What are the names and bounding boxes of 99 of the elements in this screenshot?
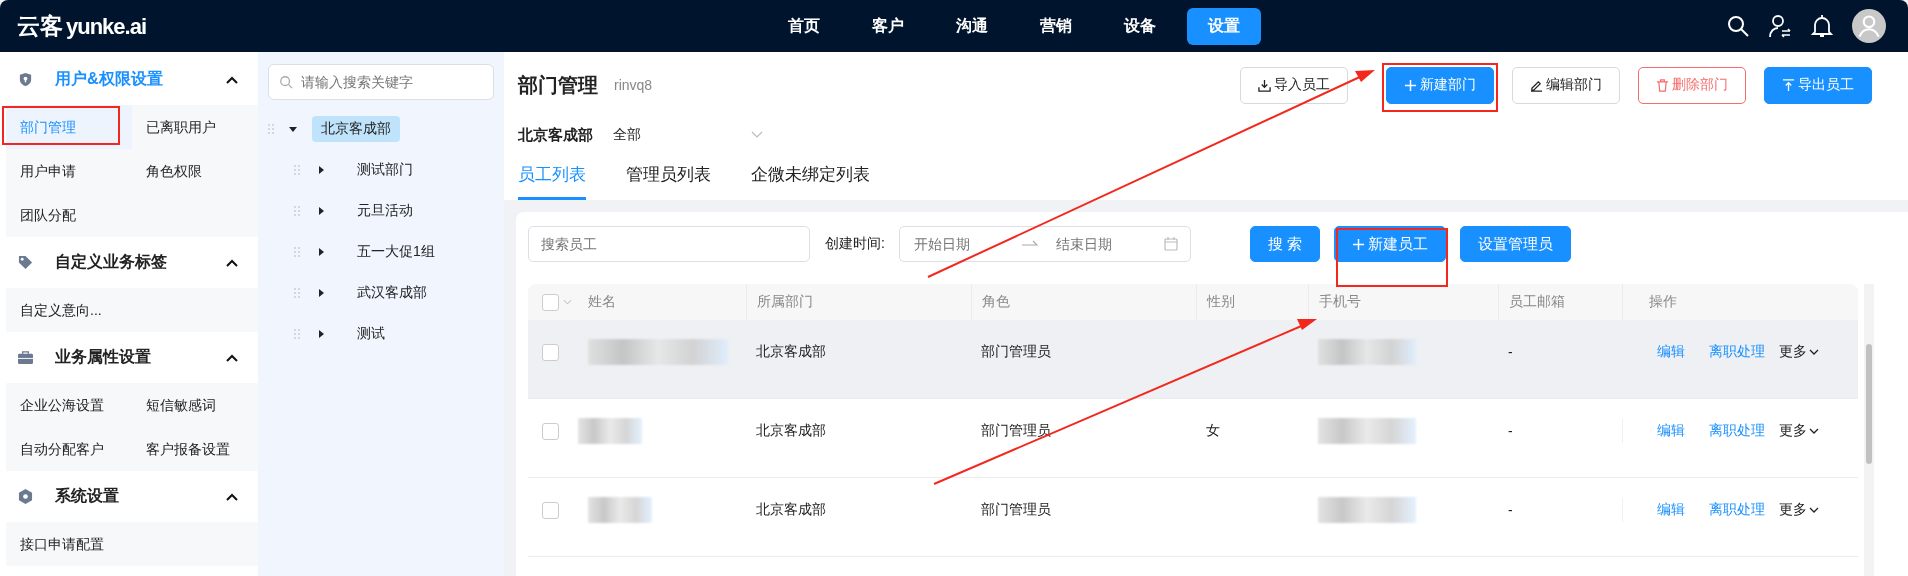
plus-icon <box>1352 237 1366 251</box>
expand-arrow-icon[interactable] <box>316 164 326 175</box>
page-subtitle: rinvq8 <box>614 77 653 93</box>
expand-arrow-icon[interactable] <box>316 287 326 298</box>
tree-node[interactable]: 测试 <box>348 320 394 347</box>
redacted-block <box>578 418 642 444</box>
table-cell: - <box>1508 502 1513 518</box>
table-cell: - <box>1508 423 1513 439</box>
drag-handle-icon[interactable] <box>294 164 300 175</box>
date-label: 创建时间: <box>825 235 885 253</box>
sidebar-item[interactable]: 团队分配 <box>6 193 132 237</box>
column-header: 姓名 <box>588 293 616 311</box>
drag-handle-icon[interactable] <box>294 287 300 298</box>
column-header: 员工邮箱 <box>1509 293 1565 311</box>
tree-node[interactable]: 元旦活动 <box>348 197 422 224</box>
chevron-icon[interactable] <box>226 75 238 84</box>
more-dropdown[interactable]: 更多 <box>1779 501 1819 519</box>
checkbox[interactable] <box>542 422 559 440</box>
table-cell: 部门管理员 <box>981 501 1051 519</box>
logo-text: 云客 <box>17 11 63 41</box>
plus-icon <box>1404 78 1417 92</box>
action-button[interactable]: 编辑部门 <box>1512 66 1620 104</box>
table-cell: 部门管理员 <box>981 422 1051 440</box>
chevron-down-icon <box>1809 507 1819 513</box>
action-button[interactable]: 导入员工 <box>1240 66 1348 104</box>
nav-tab[interactable]: 营销 <box>1019 7 1093 45</box>
column-header: 手机号 <box>1319 293 1361 311</box>
sidebar-item[interactable]: 已离职用户 <box>132 105 258 149</box>
tag-icon <box>18 255 33 270</box>
checkbox[interactable] <box>542 343 559 361</box>
page-title: 部门管理 <box>518 72 598 98</box>
calendar-icon <box>1163 237 1178 251</box>
user-switch-icon[interactable] <box>1768 14 1792 38</box>
avatar-icon[interactable] <box>1852 9 1886 43</box>
sidebar-item[interactable]: 自动分配客户 <box>6 427 132 471</box>
sidebar-item[interactable]: 短信敏感词 <box>132 383 258 427</box>
trash-icon <box>1656 78 1669 92</box>
more-dropdown[interactable]: 更多 <box>1779 343 1819 361</box>
logo-domain: yunke.ai <box>66 13 147 40</box>
table-cell: 部门管理员 <box>981 343 1051 361</box>
search-field[interactable]: 请输入搜索关键字 <box>268 64 494 100</box>
column-header: 操作 <box>1649 293 1677 311</box>
table-cell: 北京客成部 <box>756 501 826 519</box>
chevron-icon[interactable] <box>226 258 238 267</box>
sidebar-item[interactable]: 角色权限 <box>132 149 258 193</box>
table-cell: 北京客成部 <box>756 422 826 440</box>
upload-icon <box>1782 78 1795 92</box>
search-icon <box>279 75 293 89</box>
expand-arrow-icon[interactable] <box>316 328 326 339</box>
drag-handle-icon[interactable] <box>294 246 300 257</box>
tree-node[interactable]: 五一大促1组 <box>348 238 444 265</box>
nav-tab[interactable]: 客户 <box>851 7 925 45</box>
tree-node[interactable]: 测试部门 <box>348 156 422 183</box>
table-cell: - <box>1508 344 1513 360</box>
tree-node[interactable]: 武汉客成部 <box>348 279 436 306</box>
search-icon[interactable] <box>1726 14 1750 38</box>
tab[interactable]: 管理员列表 <box>626 152 711 200</box>
table-cell: 北京客成部 <box>756 343 826 361</box>
group-title[interactable]: 系统设置 <box>55 486 226 507</box>
group-title[interactable]: 业务属性设置 <box>55 347 226 368</box>
briefcase-icon <box>18 350 33 365</box>
hexagon-icon <box>18 489 33 504</box>
drag-handle-icon[interactable] <box>294 205 300 216</box>
download-icon <box>1258 78 1271 92</box>
table-cell: 女 <box>1206 422 1220 440</box>
column-header: 角色 <box>982 293 1010 311</box>
scrollbar[interactable] <box>1864 284 1874 576</box>
shield-icon <box>18 72 33 87</box>
drag-handle-icon[interactable] <box>294 328 300 339</box>
tab[interactable]: 企微未绑定列表 <box>751 152 870 200</box>
checkbox[interactable] <box>542 501 559 519</box>
column-header: 性别 <box>1207 293 1235 311</box>
checkbox[interactable] <box>542 293 559 311</box>
group-title[interactable]: 自定义业务标签 <box>55 252 226 273</box>
pencil-icon <box>1530 78 1543 92</box>
nav-tab[interactable]: 设备 <box>1103 7 1177 45</box>
column-header: 所属部门 <box>757 293 813 311</box>
tree-node[interactable]: 北京客成部 <box>312 115 400 142</box>
sidebar-item[interactable]: 企业公海设置 <box>6 383 132 427</box>
nav-tab[interactable]: 首页 <box>767 7 841 45</box>
more-dropdown[interactable]: 更多 <box>1779 422 1819 440</box>
department-dropdown[interactable]: 全部 <box>613 126 763 144</box>
chevron-icon[interactable] <box>226 353 238 362</box>
search-field[interactable]: 搜索员工 <box>528 226 810 262</box>
start-date-field[interactable]: 开始日期 <box>911 235 1016 253</box>
chevron-down-icon <box>751 131 763 139</box>
end-date-field[interactable]: 结束日期 <box>1053 235 1158 253</box>
chevron-down-icon <box>1809 349 1819 355</box>
chevron-icon[interactable] <box>226 492 238 501</box>
expand-arrow-icon[interactable] <box>316 246 326 257</box>
bell-icon[interactable] <box>1810 14 1834 38</box>
expand-arrow-icon[interactable] <box>316 205 326 216</box>
drag-handle-icon[interactable] <box>268 123 274 134</box>
sidebar-item[interactable]: 用户申请 <box>6 149 132 193</box>
department-label: 北京客成部 <box>518 125 593 145</box>
nav-tab[interactable]: 沟通 <box>935 7 1009 45</box>
sidebar-item[interactable]: 客户报备设置 <box>132 427 258 471</box>
redacted-block <box>588 497 652 523</box>
chevron-down-icon <box>1809 428 1819 434</box>
